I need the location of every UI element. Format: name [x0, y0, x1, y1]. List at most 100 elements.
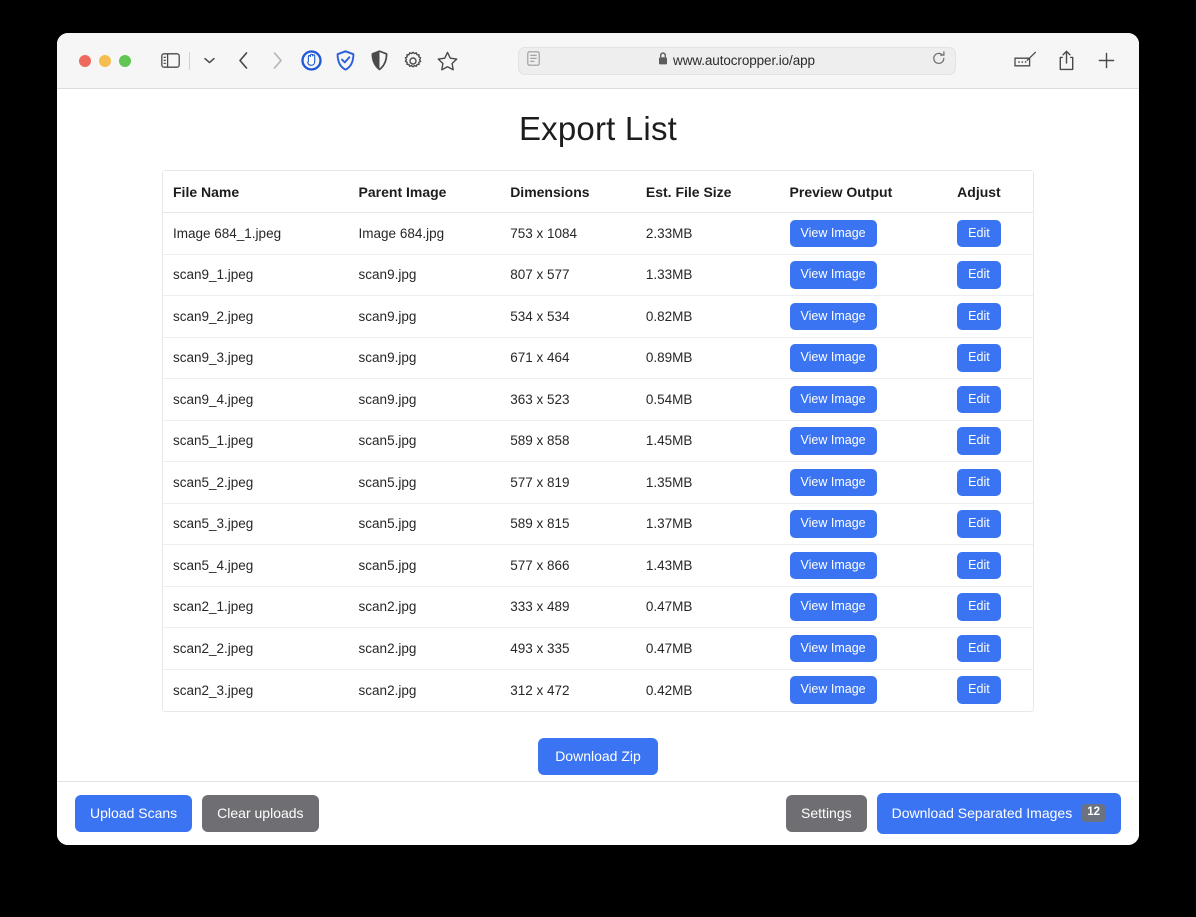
footer-right-group: Settings Download Separated Images 12	[786, 792, 1121, 835]
cell-dimensions: 577 x 866	[500, 544, 636, 587]
edit-button[interactable]: Edit	[957, 344, 1001, 372]
star-icon[interactable]	[430, 45, 464, 77]
cell-file-size: 1.43MB	[635, 544, 780, 587]
column-header-parent-image: Parent Image	[348, 171, 501, 213]
cell-dimensions: 589 x 858	[500, 420, 636, 462]
cell-file-name: scan2_1.jpeg	[163, 586, 349, 628]
view-image-button[interactable]: View Image	[789, 510, 877, 538]
edit-button[interactable]: Edit	[957, 468, 1001, 496]
cell-dimensions: 534 x 534	[500, 295, 636, 338]
edit-button[interactable]: Edit	[957, 634, 1001, 662]
adblock-hand-icon[interactable]	[294, 45, 328, 77]
cell-preview-output: View Image	[779, 586, 948, 628]
view-image-button[interactable]: View Image	[789, 551, 877, 579]
cell-parent-image: scan5.jpg	[348, 420, 501, 462]
view-image-button[interactable]: View Image	[789, 219, 877, 247]
edit-button[interactable]: Edit	[957, 593, 1001, 621]
edit-button[interactable]: Edit	[957, 261, 1001, 289]
maximize-window-button[interactable]	[119, 54, 131, 67]
download-zip-button[interactable]: Download Zip	[538, 737, 658, 775]
cell-adjust: Edit	[947, 669, 1033, 711]
cell-preview-output: View Image	[779, 295, 948, 338]
cell-file-name: scan2_2.jpeg	[163, 627, 349, 670]
column-header-adjust: Adjust	[947, 171, 1033, 213]
table-row: scan2_2.jpeg scan2.jpg 493 x 335 0.47MB View…	[163, 627, 1033, 670]
cell-parent-image: scan2.jpg	[348, 586, 501, 628]
column-header-file-name: File Name	[163, 171, 349, 213]
view-image-button[interactable]: View Image	[789, 634, 877, 662]
view-image-button[interactable]: View Image	[789, 385, 877, 413]
cell-dimensions: 493 x 335	[500, 627, 636, 670]
view-image-button[interactable]: View Image	[789, 302, 877, 330]
url-text: www.autocropper.io/app	[673, 53, 815, 68]
cell-file-name: scan9_3.jpeg	[163, 337, 349, 379]
view-image-button[interactable]: View Image	[789, 676, 877, 704]
chevron-down-icon[interactable]	[192, 45, 226, 77]
export-list-table: File Name Parent Image Dimensions Est. F…	[163, 171, 1033, 711]
cell-adjust: Edit	[947, 503, 1033, 545]
cell-preview-output: View Image	[779, 337, 948, 379]
cell-adjust: Edit	[947, 586, 1033, 628]
close-window-button[interactable]	[79, 54, 91, 67]
cell-preview-output: View Image	[779, 461, 948, 504]
half-shield-icon[interactable]	[362, 45, 396, 77]
cell-adjust: Edit	[947, 337, 1033, 379]
cell-parent-image: scan9.jpg	[348, 254, 501, 296]
edit-button[interactable]: Edit	[957, 676, 1001, 704]
cell-file-name: scan9_2.jpeg	[163, 295, 349, 338]
cell-dimensions: 577 x 819	[500, 461, 636, 504]
cell-file-name: scan2_3.jpeg	[173, 682, 254, 698]
edit-button[interactable]: Edit	[957, 385, 1001, 413]
settings-button[interactable]: Settings	[786, 795, 867, 832]
reader-view-icon[interactable]	[526, 50, 540, 71]
gear-icon[interactable]	[396, 45, 430, 77]
shield-check-icon[interactable]	[328, 45, 362, 77]
back-arrow-icon[interactable]	[226, 45, 260, 77]
download-zip-container: Download Zip	[57, 712, 1139, 775]
desktop-background: www.autocropper.io/app Export List File …	[0, 0, 1196, 917]
cell-adjust: Edit	[947, 295, 1033, 338]
column-header-file-size: Est. File Size	[635, 171, 780, 213]
table-row: scan2_1.jpeg scan2.jpg 333 x 489 0.47MB View…	[163, 586, 1033, 628]
cell-file-name: scan5_3.jpeg	[163, 503, 349, 545]
browser-window: www.autocropper.io/app Export List File …	[57, 33, 1139, 845]
table-row: scan5_4.jpeg scan5.jpg 577 x 866 1.43MB View…	[163, 544, 1033, 587]
forward-arrow-icon[interactable]	[260, 45, 294, 77]
reload-icon[interactable]	[932, 50, 946, 71]
edit-button[interactable]: Edit	[957, 427, 1001, 455]
edit-button[interactable]: Edit	[957, 219, 1001, 247]
markup-icon[interactable]	[1009, 45, 1043, 77]
cell-file-size: 0.54MB	[635, 378, 780, 421]
cell-file-name: scan5_4.jpeg	[163, 544, 349, 587]
sidebar-toggle-icon[interactable]	[153, 45, 187, 77]
table-row: scan5_2.jpeg scan5.jpg 577 x 819 1.35MB View…	[163, 461, 1033, 504]
address-bar[interactable]: www.autocropper.io/app	[517, 46, 956, 75]
footer-left-group: Upload Scans Clear uploads	[75, 795, 319, 832]
toolbar-icon-group	[153, 45, 464, 77]
view-image-button[interactable]: View Image	[789, 593, 877, 621]
view-image-button[interactable]: View Image	[789, 468, 877, 496]
cell-adjust: Edit	[947, 627, 1033, 670]
share-icon[interactable]	[1049, 45, 1083, 77]
table-row: scan5_3.jpeg scan5.jpg 589 x 815 1.37MB View…	[163, 503, 1033, 545]
clear-uploads-button[interactable]: Clear uploads	[202, 795, 319, 832]
view-image-button[interactable]: View Image	[789, 427, 877, 455]
edit-button[interactable]: Edit	[957, 510, 1001, 538]
download-separated-images-count-badge: 12	[1081, 803, 1106, 823]
cell-file-name: scan9_1.jpeg	[163, 254, 349, 296]
edit-button[interactable]: Edit	[957, 302, 1001, 330]
minimize-window-button[interactable]	[99, 54, 111, 67]
cell-preview-output: View Image	[779, 627, 948, 670]
page-title: Export List	[518, 110, 678, 147]
view-image-button[interactable]: View Image	[789, 261, 877, 289]
upload-scans-button[interactable]: Upload Scans	[75, 795, 193, 832]
download-separated-images-button[interactable]: Download Separated Images 12	[876, 792, 1121, 835]
cell-parent-image: scan9.jpg	[348, 337, 501, 379]
new-tab-plus-icon[interactable]	[1089, 45, 1123, 77]
edit-button[interactable]: Edit	[957, 551, 1001, 579]
view-image-button[interactable]: View Image	[789, 344, 877, 372]
cell-parent-image: scan9.jpg	[348, 378, 501, 421]
cell-dimensions: 753 x 1084	[500, 212, 636, 255]
cell-adjust: Edit	[947, 254, 1033, 296]
column-header-preview: Preview Output	[779, 171, 948, 213]
